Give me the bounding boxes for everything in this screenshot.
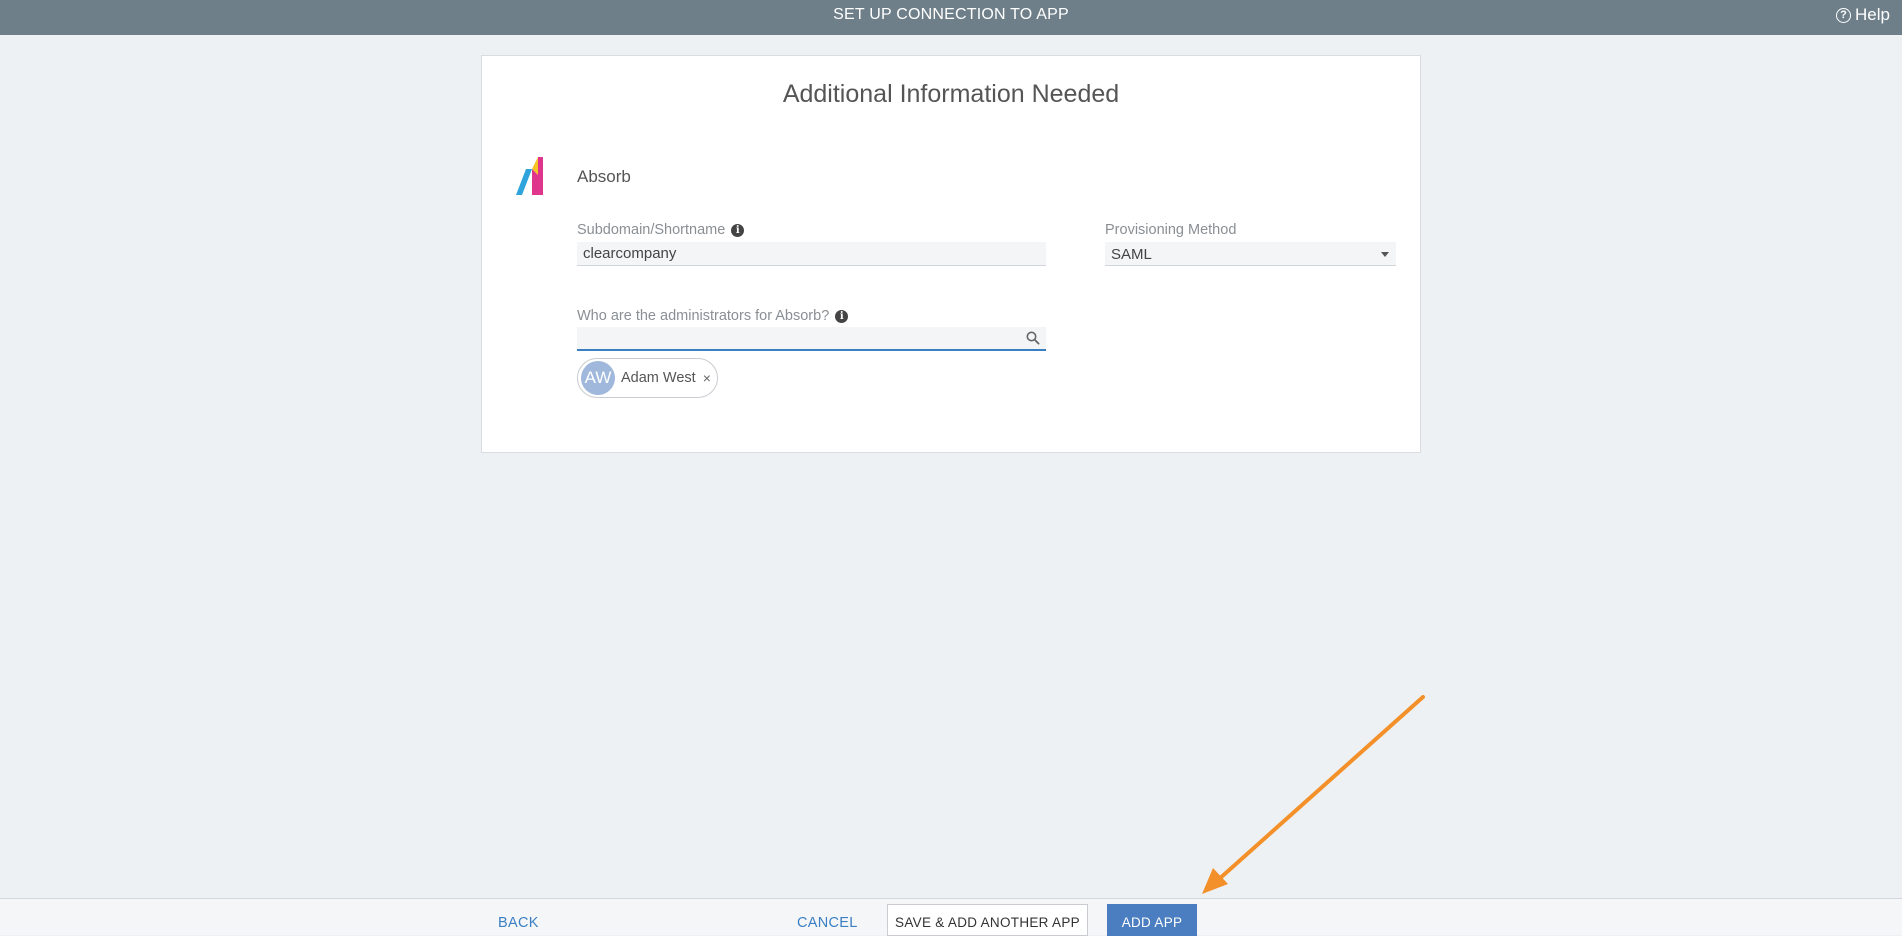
top-bar: SET UP CONNECTION TO APP ? Help (0, 0, 1902, 35)
admin-chip-name: Adam West (621, 370, 696, 386)
cancel-button[interactable]: CANCEL (797, 915, 858, 931)
avatar: AW (581, 361, 615, 395)
search-icon (1026, 331, 1040, 345)
administrators-label-text: Who are the administrators for Absorb? (577, 308, 830, 324)
back-button[interactable]: BACK (498, 915, 539, 931)
subdomain-value: clearcompany (583, 245, 677, 262)
provisioning-label-text: Provisioning Method (1105, 222, 1237, 238)
provisioning-method-select[interactable]: SAML (1105, 242, 1396, 266)
info-icon[interactable]: i (835, 309, 849, 323)
administrators-label: Who are the administrators for Absorb? i (577, 308, 849, 324)
help-link[interactable]: ? Help (1836, 5, 1890, 25)
admin-chip: AW Adam West × (577, 358, 718, 398)
info-icon[interactable]: i (731, 223, 745, 237)
question-circle-icon: ? (1836, 7, 1852, 23)
subdomain-label-text: Subdomain/Shortname (577, 222, 726, 238)
absorb-logo-icon (516, 157, 543, 195)
save-and-add-another-app-button[interactable]: SAVE & ADD ANOTHER APP (887, 904, 1088, 936)
subdomain-input[interactable]: clearcompany (577, 242, 1046, 266)
additional-info-card: Additional Information Needed Absorb Sub… (481, 55, 1421, 453)
card-heading: Additional Information Needed (782, 80, 1120, 108)
add-app-button[interactable]: ADD APP (1107, 904, 1197, 936)
help-label: Help (1855, 5, 1890, 24)
provisioning-label: Provisioning Method (1105, 222, 1236, 238)
provisioning-value: SAML (1111, 246, 1152, 263)
subdomain-label: Subdomain/Shortname i (577, 222, 745, 238)
administrators-search-input[interactable] (577, 327, 1046, 351)
page-title: SET UP CONNECTION TO APP (833, 6, 1069, 23)
app-name: Absorb (577, 167, 631, 186)
remove-chip-icon[interactable]: × (703, 370, 711, 386)
caret-down-icon (1381, 252, 1389, 257)
footer-bar: BACK CANCEL SAVE & ADD ANOTHER APP ADD A… (0, 898, 1902, 936)
